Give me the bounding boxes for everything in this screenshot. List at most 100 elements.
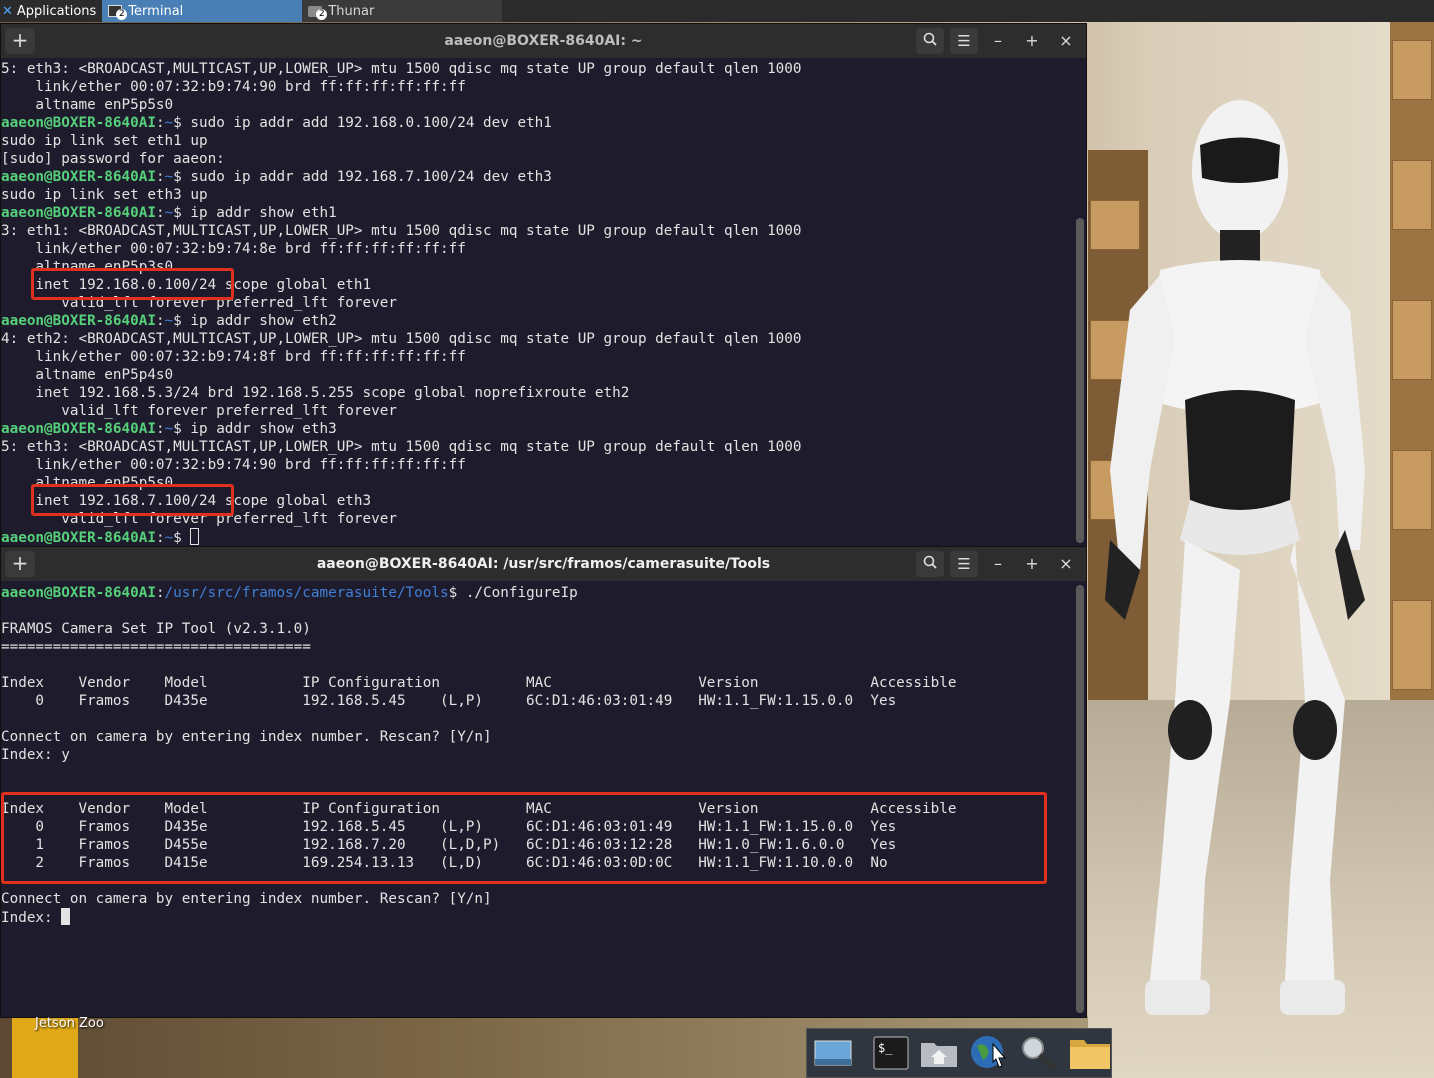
home-folder-launcher[interactable] [919, 1033, 959, 1073]
output-line: Index Vendor Model IP Configuration MAC … [1, 675, 957, 691]
taskbar-thunar[interactable]: 2 Thunar [302, 0, 503, 22]
taskbar-terminal-label: Terminal [128, 3, 184, 19]
web-browser-launcher[interactable] [969, 1033, 1009, 1073]
prompt-user: aaeon@BOXER-8640AI [1, 205, 156, 221]
output-line: link/ether 00:07:32:b9:74:90 brd ff:ff:f… [1, 79, 466, 95]
hamburger-icon: ☰ [957, 32, 971, 50]
new-tab-button[interactable]: + [5, 551, 35, 577]
prompt-user: aaeon@BOXER-8640AI [1, 421, 156, 437]
terminal-window-home[interactable]: + aaeon@BOXER-8640AI: ~ ☰ – + × 5: eth3:… [0, 23, 1087, 547]
terminal-icon: $_ [873, 1036, 909, 1070]
output-line: 3: eth1: <BROADCAST,MULTICAST,UP,LOWER_U… [1, 223, 802, 239]
text-cursor [61, 908, 71, 925]
output-line: link/ether 00:07:32:b9:74:8f brd ff:ff:f… [1, 349, 466, 365]
search-icon [923, 555, 937, 569]
prompt-path: ~ [164, 205, 174, 221]
command-text: ip addr show eth1 [190, 205, 337, 221]
terminal-body[interactable]: aaeon@BOXER-8640AI:/usr/src/framos/camer… [1, 581, 1086, 1017]
window-count-badge: 2 [116, 9, 128, 20]
output-line: sudo ip link set eth3 up [1, 187, 208, 203]
scrollbar[interactable] [1076, 585, 1084, 1013]
output-line: altname enP5p5s0 [1, 97, 174, 113]
top-panel: ✕ Applications 2 Terminal 2 Thunar [0, 0, 1434, 22]
prompt-user: aaeon@BOXER-8640AI [1, 585, 156, 601]
terminal-launcher[interactable]: $_ [873, 1033, 909, 1073]
prompt-user: aaeon@BOXER-8640AI [1, 313, 156, 329]
window-titlebar[interactable]: + aaeon@BOXER-8640AI: /usr/src/framos/ca… [1, 547, 1086, 581]
taskbar-thunar-label: Thunar [328, 3, 375, 19]
terminal-output[interactable]: 5: eth3: <BROADCAST,MULTICAST,UP,LOWER_U… [1, 58, 1086, 546]
command-text: sudo ip addr add 192.168.0.100/24 dev et… [190, 115, 552, 131]
command-line: aaeon@BOXER-8640AI:~$ ip addr show eth2 [1, 313, 337, 329]
output-line: Connect on camera by entering index numb… [1, 729, 492, 745]
text-cursor [190, 528, 200, 545]
show-desktop-button[interactable] [813, 1033, 853, 1073]
input-line: Index: [1, 908, 1086, 927]
folder-icon [1070, 1040, 1110, 1069]
command-text: ip addr show eth3 [190, 421, 337, 437]
prompt-user: aaeon@BOXER-8640AI [1, 169, 156, 185]
minimize-button[interactable]: – [984, 28, 1012, 54]
maximize-button[interactable]: + [1018, 28, 1046, 54]
highlight-box-eth3-inet [31, 484, 234, 516]
output-line: link/ether 00:07:32:b9:74:8e brd ff:ff:f… [1, 241, 466, 257]
output-line: [sudo] password for aaeon: [1, 151, 225, 167]
desktop-icon-jetson-zoo[interactable]: Jetson Zoo [35, 1016, 104, 1031]
command-line: aaeon@BOXER-8640AI:~$ [1, 528, 1086, 546]
output-line: 4: eth2: <BROADCAST,MULTICAST,UP,LOWER_U… [1, 331, 802, 347]
prompt-path: ~ [164, 313, 174, 329]
command-line: aaeon@BOXER-8640AI:~$ ip addr show eth1 [1, 205, 337, 221]
prompt-path: ~ [164, 530, 174, 546]
prompt-user: aaeon@BOXER-8640AI [1, 115, 156, 131]
command-line: aaeon@BOXER-8640AI:~$ sudo ip addr add 1… [1, 169, 552, 185]
command-line: aaeon@BOXER-8640AI:/usr/src/framos/camer… [1, 585, 578, 601]
output-line: sudo ip link set eth1 up [1, 133, 208, 149]
show-desktop-icon [814, 1040, 852, 1066]
highlight-box-camera-table [1, 792, 1047, 884]
window-titlebar[interactable]: + aaeon@BOXER-8640AI: ~ ☰ – + × [1, 24, 1086, 58]
command-line: aaeon@BOXER-8640AI:~$ sudo ip addr add 1… [1, 115, 552, 131]
terminal-body[interactable]: 5: eth3: <BROADCAST,MULTICAST,UP,LOWER_U… [1, 58, 1086, 546]
output-line: link/ether 00:07:32:b9:74:90 brd ff:ff:f… [1, 457, 466, 473]
highlight-box-eth1-inet [31, 268, 234, 300]
command-text: sudo ip addr add 192.168.7.100/24 dev et… [190, 169, 552, 185]
robot-figure [1105, 100, 1365, 1015]
applications-label: Applications [16, 3, 97, 19]
svg-text:$_: $_ [878, 1041, 893, 1055]
close-button[interactable]: × [1052, 551, 1080, 577]
applications-menu[interactable]: ✕ Applications [0, 0, 102, 22]
output-line: altname enP5p4s0 [1, 367, 174, 383]
new-tab-button[interactable]: + [5, 28, 35, 54]
search-button[interactable] [916, 28, 944, 54]
globe-icon [971, 1036, 1007, 1068]
hamburger-icon: ☰ [957, 555, 971, 573]
search-launcher[interactable] [1019, 1033, 1059, 1073]
files-launcher[interactable] [1069, 1033, 1111, 1073]
maximize-button[interactable]: + [1018, 551, 1046, 577]
command-line: aaeon@BOXER-8640AI:~$ ip addr show eth3 [1, 421, 337, 437]
output-line: valid_lft forever preferred_lft forever [1, 403, 397, 419]
prompt-path: ~ [164, 421, 174, 437]
menu-button[interactable]: ☰ [950, 28, 978, 54]
window-count-badge: 2 [316, 9, 328, 20]
terminal-window-tools[interactable]: + aaeon@BOXER-8640AI: /usr/src/framos/ca… [0, 546, 1087, 1018]
taskbar-terminal[interactable]: 2 Terminal [102, 0, 303, 22]
minimize-button[interactable]: – [984, 551, 1012, 577]
close-button[interactable]: × [1052, 28, 1080, 54]
menu-button[interactable]: ☰ [950, 551, 978, 577]
prompt-path: ~ [164, 115, 174, 131]
output-line: Index: y [1, 747, 70, 763]
output-line: ==================================== [1, 639, 311, 655]
command-text: ./ConfigureIp [465, 585, 578, 601]
search-button[interactable] [916, 551, 944, 577]
magnifier-icon [1022, 1037, 1057, 1071]
prompt-user: aaeon@BOXER-8640AI [1, 530, 156, 546]
search-icon [923, 32, 937, 46]
command-text: ip addr show eth2 [190, 313, 337, 329]
scrollbar[interactable] [1076, 218, 1084, 543]
output-line: 0 Framos D435e 192.168.5.45 (L,P) 6C:D1:… [1, 693, 897, 709]
